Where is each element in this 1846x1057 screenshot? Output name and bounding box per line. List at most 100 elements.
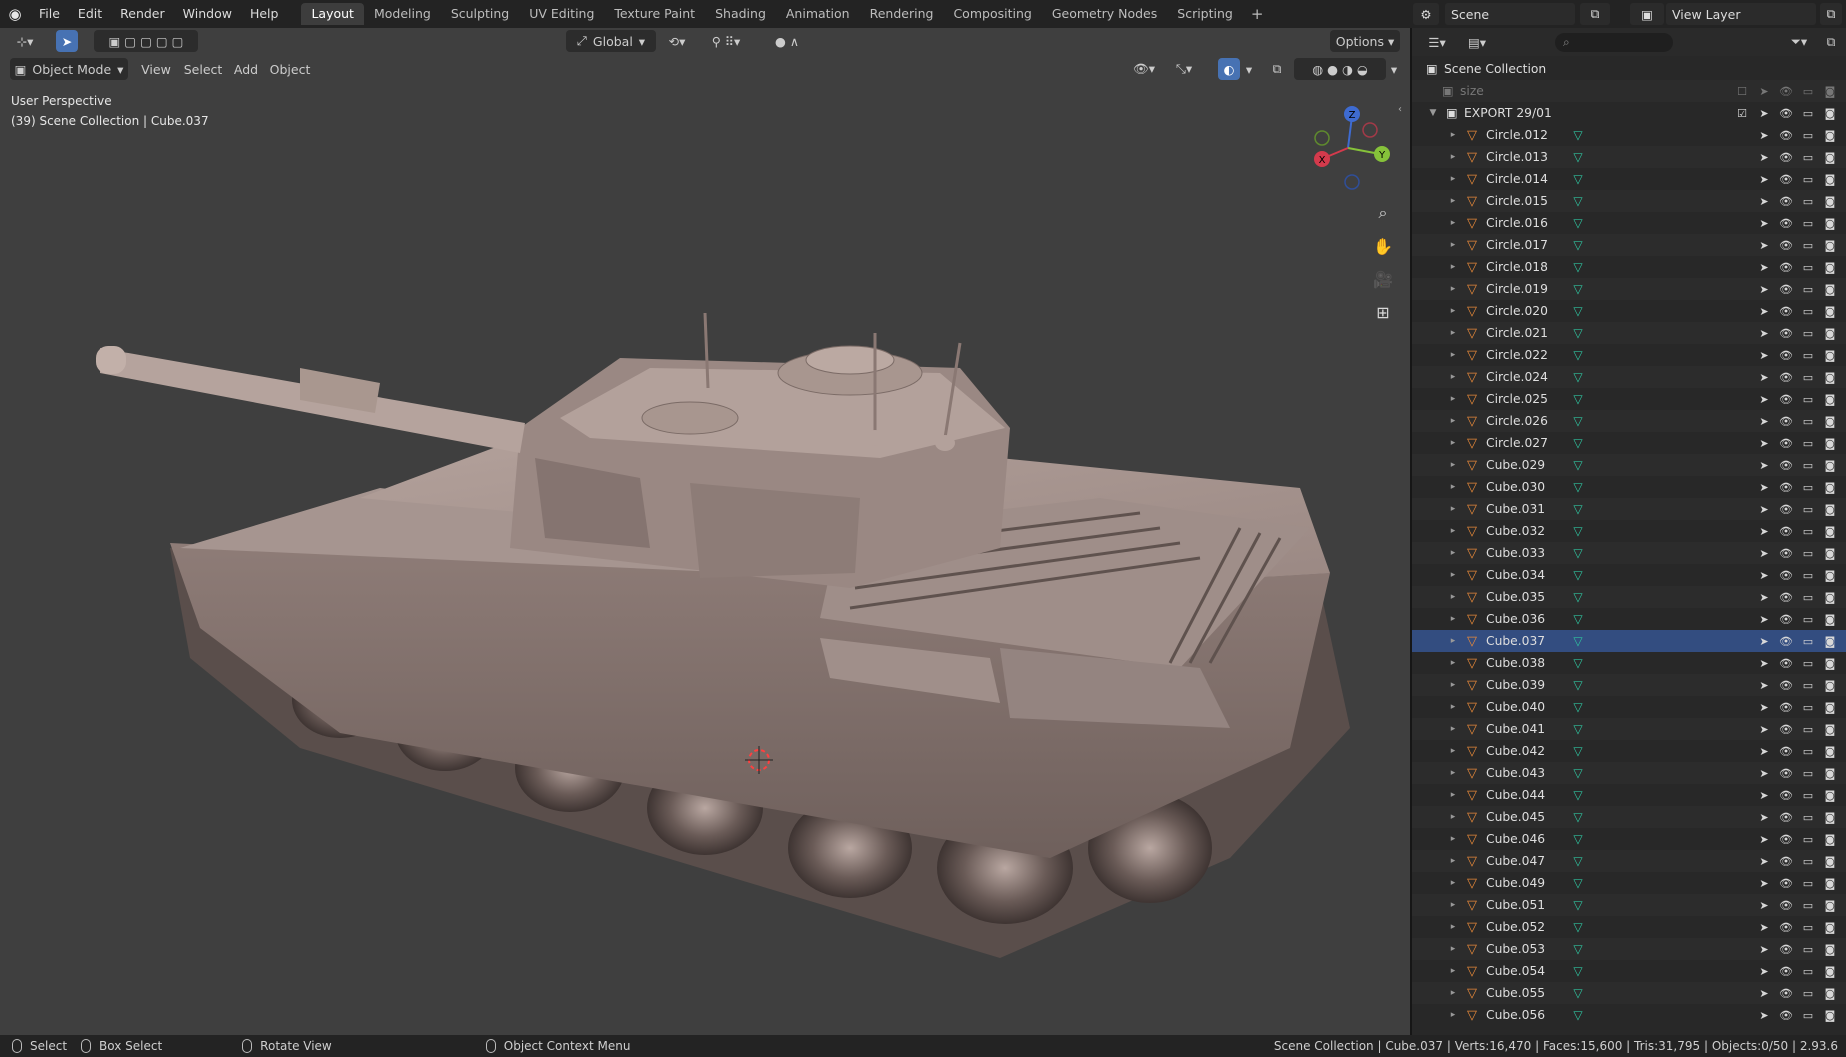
selectable-icon[interactable]: ➤ [1756, 965, 1772, 978]
render-camera-icon[interactable]: ◙ [1822, 415, 1838, 428]
selectable-icon[interactable]: ➤ [1756, 327, 1772, 340]
expand-icon[interactable]: ▸ [1448, 570, 1458, 580]
visibility-eye-icon[interactable]: 👁 [1778, 393, 1794, 406]
render-camera-icon[interactable]: ◙ [1822, 547, 1838, 560]
outliner-object-row[interactable]: ▸ ▽ Cube.043 ▽ ➤ 👁 ▭ ◙ [1412, 762, 1846, 784]
mesh-data-icon[interactable]: ▽ [1570, 963, 1586, 979]
outliner-object-row[interactable]: ▸ ▽ Cube.041 ▽ ➤ 👁 ▭ ◙ [1412, 718, 1846, 740]
menu-edit[interactable]: Edit [69, 0, 111, 28]
viewport-display-icon[interactable]: ▭ [1800, 943, 1816, 956]
expand-icon[interactable]: ▸ [1448, 592, 1458, 602]
render-camera-icon[interactable]: ◙ [1822, 481, 1838, 494]
render-camera-icon[interactable]: ◙ [1822, 613, 1838, 626]
viewport-display-icon[interactable]: ▭ [1800, 393, 1816, 406]
viewport-display-icon[interactable]: ▭ [1800, 877, 1816, 890]
mesh-data-icon[interactable]: ▽ [1570, 677, 1586, 693]
selectable-icon[interactable]: ➤ [1756, 745, 1772, 758]
selectable-icon[interactable]: ➤ [1756, 371, 1772, 384]
visibility-eye-icon[interactable]: 👁 [1778, 965, 1794, 978]
render-camera-icon[interactable]: ◙ [1822, 921, 1838, 934]
visibility-eye-icon[interactable]: 👁 [1778, 745, 1794, 758]
visibility-eye-icon[interactable]: 👁 [1778, 503, 1794, 516]
expand-icon[interactable]: ▸ [1448, 262, 1458, 272]
add-workspace-icon[interactable]: + [1243, 5, 1272, 23]
mesh-data-icon[interactable]: ▽ [1570, 765, 1586, 781]
visibility-eye-icon[interactable]: 👁 [1778, 217, 1794, 230]
visibility-eye-icon[interactable]: 👁 [1778, 767, 1794, 780]
outliner-object-row[interactable]: ▸ ▽ Cube.044 ▽ ➤ 👁 ▭ ◙ [1412, 784, 1846, 806]
selectable-icon[interactable]: ➤ [1756, 943, 1772, 956]
visibility-eye-icon[interactable]: 👁 [1778, 327, 1794, 340]
view-layer-field[interactable]: View Layer [1666, 3, 1816, 25]
render-camera-icon[interactable]: ◙ [1822, 283, 1838, 296]
selectable-icon[interactable]: ➤ [1756, 657, 1772, 670]
expand-icon[interactable]: ▸ [1448, 768, 1458, 778]
render-camera-icon[interactable]: ◙ [1822, 239, 1838, 252]
expand-icon[interactable]: ▸ [1448, 1010, 1458, 1020]
outliner-object-row[interactable]: ▸ ▽ Circle.012 ▽ ➤ 👁 ▭ ◙ [1412, 124, 1846, 146]
selectable-icon[interactable]: ➤ [1756, 261, 1772, 274]
visibility-eye-icon[interactable]: 👁 [1778, 591, 1794, 604]
filter-icon[interactable]: ⏷▾ [1782, 31, 1816, 53]
outliner-object-row[interactable]: ▸ ▽ Cube.042 ▽ ➤ 👁 ▭ ◙ [1412, 740, 1846, 762]
selectable-icon[interactable]: ➤ [1756, 525, 1772, 538]
expand-icon[interactable]: ▸ [1448, 284, 1458, 294]
mesh-data-icon[interactable]: ▽ [1570, 699, 1586, 715]
new-scene-icon[interactable]: ⧉ [1580, 3, 1610, 25]
render-camera-icon[interactable]: ◙ [1822, 503, 1838, 516]
render-camera-icon[interactable]: ◙ [1822, 701, 1838, 714]
outliner-object-row[interactable]: ▸ ▽ Cube.040 ▽ ➤ 👁 ▭ ◙ [1412, 696, 1846, 718]
selectable-icon[interactable]: ➤ [1756, 701, 1772, 714]
selectable-icon[interactable]: ➤ [1756, 217, 1772, 230]
selectable-icon[interactable]: ➤ [1756, 833, 1772, 846]
export-collection-row[interactable]: ▼ ▣ EXPORT 29/01 ☑ ➤ 👁 ▭ ◙ [1412, 102, 1846, 124]
render-camera-icon[interactable]: ◙ [1822, 877, 1838, 890]
menu-render[interactable]: Render [111, 0, 174, 28]
render-camera-icon[interactable]: ◙ [1822, 261, 1838, 274]
viewport-display-icon[interactable]: ▭ [1800, 261, 1816, 274]
visibility-eye-icon[interactable]: 👁 [1778, 481, 1794, 494]
viewport-display-icon[interactable]: ▭ [1800, 349, 1816, 362]
expand-icon[interactable]: ▸ [1448, 196, 1458, 206]
selectable-icon[interactable]: ➤ [1756, 283, 1772, 296]
visibility-eye-icon[interactable]: 👁 [1778, 415, 1794, 428]
viewport-display-icon[interactable]: ▭ [1800, 415, 1816, 428]
render-camera-icon[interactable]: ◙ [1822, 525, 1838, 538]
mesh-data-icon[interactable]: ▽ [1570, 259, 1586, 275]
tab-sculpting[interactable]: Sculpting [441, 3, 519, 25]
selectable-icon[interactable]: ➤ [1756, 547, 1772, 560]
mesh-data-icon[interactable]: ▽ [1570, 391, 1586, 407]
expand-icon[interactable]: ▸ [1448, 130, 1458, 140]
mesh-data-icon[interactable]: ▽ [1570, 1007, 1586, 1023]
viewport-display-icon[interactable]: ▭ [1800, 371, 1816, 384]
expand-icon[interactable]: ▸ [1448, 856, 1458, 866]
outliner-object-row[interactable]: ▸ ▽ Cube.047 ▽ ➤ 👁 ▭ ◙ [1412, 850, 1846, 872]
expand-icon[interactable]: ▸ [1448, 746, 1458, 756]
mesh-data-icon[interactable]: ▽ [1570, 435, 1586, 451]
render-camera-icon[interactable]: ◙ [1822, 745, 1838, 758]
selectable-icon[interactable]: ➤ [1756, 349, 1772, 362]
outliner-object-row[interactable]: ▸ ▽ Cube.038 ▽ ➤ 👁 ▭ ◙ [1412, 652, 1846, 674]
visibility-eye-icon[interactable]: 👁 [1778, 701, 1794, 714]
expand-icon[interactable]: ▸ [1448, 636, 1458, 646]
viewport-display-icon[interactable]: ▭ [1800, 745, 1816, 758]
scene-selector-icon[interactable]: ⚙ [1413, 3, 1439, 25]
outliner-object-row[interactable]: ▸ ▽ Cube.046 ▽ ➤ 👁 ▭ ◙ [1412, 828, 1846, 850]
viewport-display-icon[interactable]: ▭ [1800, 525, 1816, 538]
render-camera-icon[interactable]: ◙ [1822, 569, 1838, 582]
visibility-eye-icon[interactable]: 👁 [1778, 855, 1794, 868]
render-camera-icon[interactable]: ◙ [1822, 129, 1838, 142]
expand-icon[interactable]: ▸ [1448, 878, 1458, 888]
viewport-display-icon[interactable]: ▭ [1800, 151, 1816, 164]
visibility-eye-icon[interactable]: 👁 [1778, 525, 1794, 538]
mesh-data-icon[interactable]: ▽ [1570, 523, 1586, 539]
expand-icon[interactable]: ▸ [1448, 218, 1458, 228]
render-camera-icon[interactable]: ◙ [1822, 855, 1838, 868]
mesh-data-icon[interactable]: ▽ [1570, 875, 1586, 891]
render-camera-icon[interactable]: ◙ [1822, 723, 1838, 736]
render-camera-icon[interactable]: ◙ [1822, 987, 1838, 1000]
expand-icon[interactable]: ▸ [1448, 240, 1458, 250]
mesh-data-icon[interactable]: ▽ [1570, 721, 1586, 737]
visibility-eye-icon[interactable]: 👁 [1778, 547, 1794, 560]
outliner-editor-type-icon[interactable]: ☰▾ [1420, 31, 1454, 53]
